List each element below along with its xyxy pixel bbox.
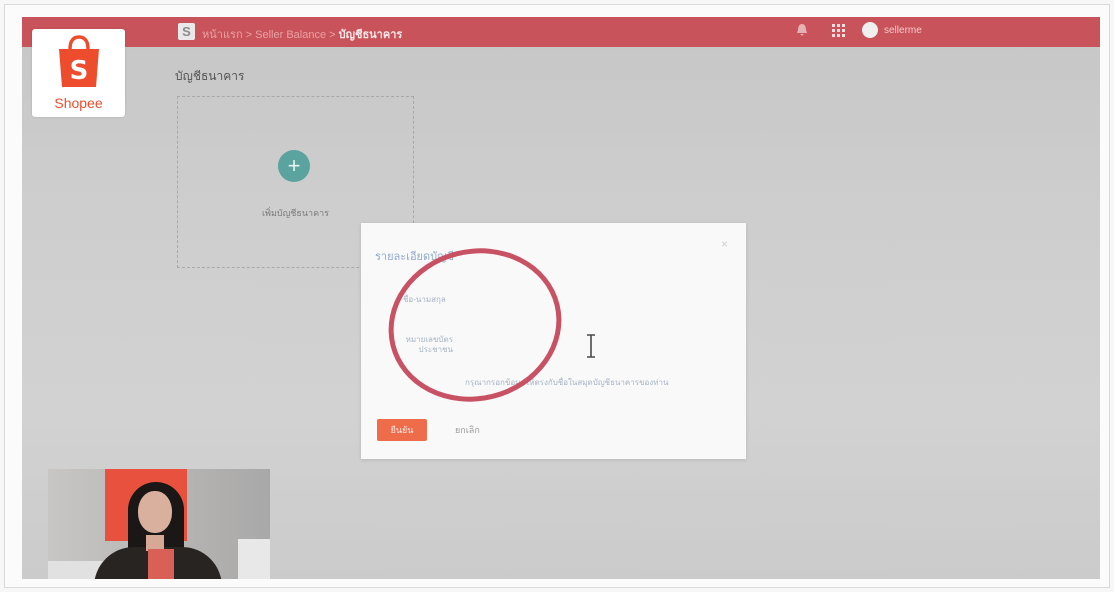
add-bank-account-label[interactable]: เพิ่มบัญชีธนาคาร (178, 206, 413, 220)
breadcrumb: หน้าแรก > Seller Balance > บัญชีธนาคาร (202, 25, 402, 43)
apps-grid-icon[interactable] (832, 24, 845, 37)
webcam-shelf (238, 539, 270, 579)
shopee-s-icon[interactable]: S (178, 23, 195, 40)
avatar[interactable] (862, 22, 878, 38)
add-bank-account-button[interactable]: + (278, 150, 310, 182)
svg-text:S: S (70, 56, 89, 86)
cancel-button[interactable]: ยกเลิก (449, 420, 486, 440)
presenter-face (138, 491, 172, 533)
browser-screen: S หน้าแรก > Seller Balance > บัญชีธนาคาร… (22, 17, 1100, 579)
close-icon[interactable]: × (721, 237, 728, 251)
text-cursor-icon (587, 334, 595, 358)
logo-text: Shopee (54, 95, 103, 111)
top-navigation-bar: S หน้าแรก > Seller Balance > บัญชีธนาคาร… (22, 17, 1100, 47)
presenter-webcam-overlay (48, 469, 270, 579)
presenter-shirt (148, 549, 174, 579)
breadcrumb-current: บัญชีธนาคาร (338, 29, 403, 41)
bell-icon[interactable] (796, 23, 808, 37)
shopee-bag-icon: S (59, 35, 99, 87)
confirm-button[interactable]: ยืนยัน (377, 419, 427, 441)
username-label[interactable]: sellerme (884, 25, 922, 36)
breadcrumb-parent[interactable]: หน้าแรก > Seller Balance > (202, 29, 336, 41)
shopee-logo: S Shopee (32, 29, 125, 117)
page-title: บัญชีธนาคาร (175, 69, 245, 83)
